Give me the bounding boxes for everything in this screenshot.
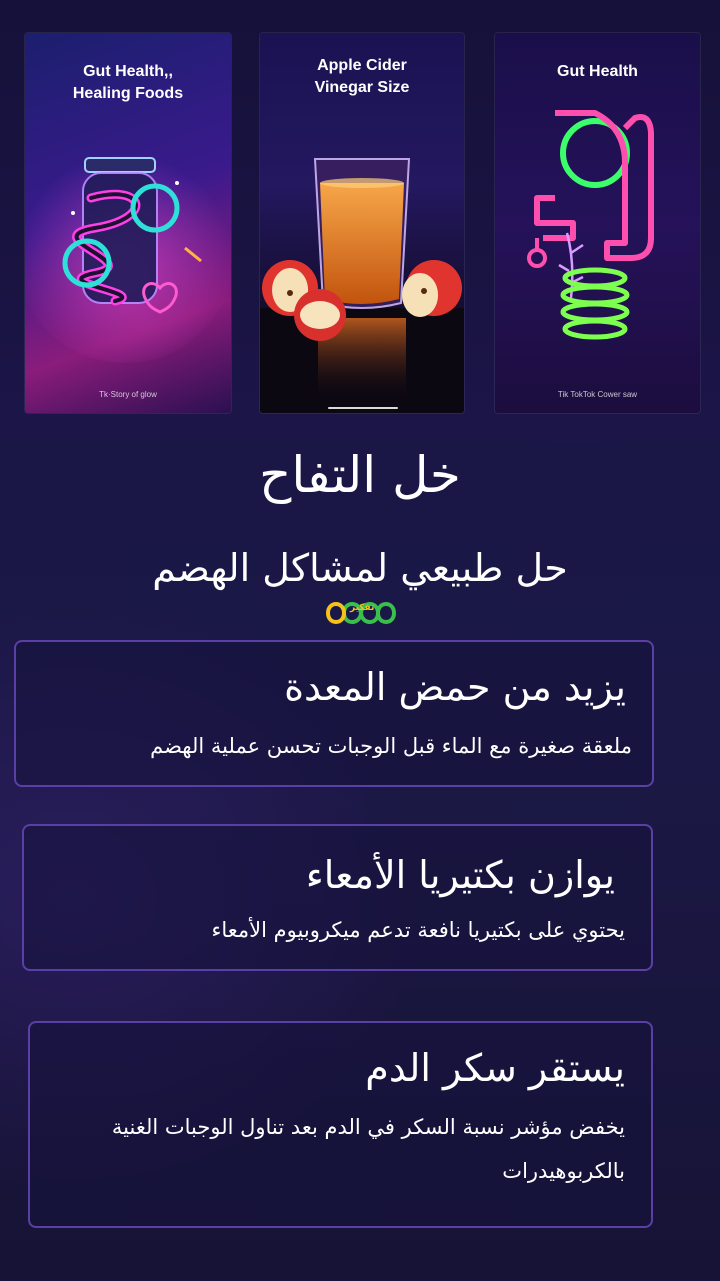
preview-card-gut-health[interactable]: Gut Health Tik TokTok Cower saw (495, 33, 700, 413)
card-title-line-1: Gut Health (557, 63, 638, 80)
feature-title: يستقر سكر الدم (365, 1046, 625, 1090)
card-title-line-2: Vinegar Size (314, 79, 410, 96)
card-title: Apple Cider Vinegar Size (260, 55, 464, 99)
card-title-line-2: Healing Foods (72, 85, 184, 102)
feature-title: يزيد من حمض المعدة (284, 665, 626, 709)
feature-description: يخفض مؤشر نسبة السكر في الدم بعد تناول ا… (111, 1115, 625, 1183)
preview-card-apple-cider-vinegar[interactable]: Apple Cider Vinegar Size (260, 33, 464, 413)
preview-card-gut-health-foods[interactable]: Gut Health,, Healing Foods Tk·Story of g… (25, 33, 231, 413)
card-title: Gut Health (495, 61, 700, 83)
feature-card-blood-sugar: يستقر سكر الدم يخفض مؤشر نسبة السكر في ا… (28, 1021, 653, 1228)
card-title-line-1: Apple Cider (317, 57, 407, 74)
preview-cards-strip: Gut Health,, Healing Foods Tk·Story of g… (0, 0, 720, 440)
feature-description: يحتوي على بكتيريا نافعة تدعم ميكروبيوم ا… (211, 918, 625, 942)
page-title: خل التفاح (259, 446, 461, 504)
card-footer: Tk·Story of glow (99, 390, 157, 399)
feature-title: يوازن بكتيريا الأمعاء (305, 853, 615, 897)
feature-card-gut-bacteria: يوازن بكتيريا الأمعاء يحتوي على بكتيريا … (22, 824, 653, 971)
feature-card-stomach-acid: يزيد من حمض المعدة ملعقة صغيرة مع الماء … (14, 640, 654, 787)
home-indicator-bar (328, 407, 398, 409)
infinity-logo-icon (325, 602, 397, 624)
card-title: Gut Health,, Healing Foods (25, 61, 231, 105)
brand-logo: تفكير (325, 597, 397, 629)
feature-description: ملعقة صغيرة مع الماء قبل الوجبات تحسن عم… (150, 734, 632, 758)
logo-text: تفكير (350, 603, 375, 613)
neon-stomach-illustration (527, 110, 654, 340)
card-title-line-1: Gut Health,, (83, 63, 173, 80)
page-subtitle: حل طبيعي لمشاكل الهضم (152, 546, 568, 590)
card-footer: Tik TokTok Cower saw (557, 390, 638, 399)
